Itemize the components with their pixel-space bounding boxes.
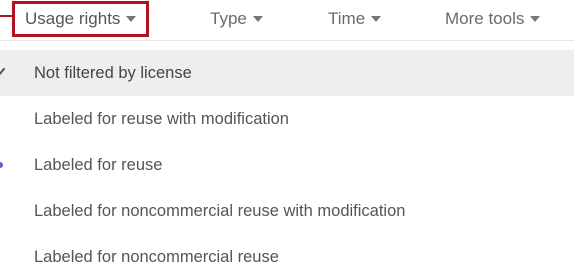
menu-item-not-filtered[interactable]: Not filtered by license (0, 50, 574, 96)
more-tools-label: More tools (445, 9, 525, 28)
menu-item-reuse-with-modification[interactable]: Labeled for reuse with modification (0, 96, 574, 142)
caret-down-icon (530, 16, 541, 22)
caret-down-icon (371, 16, 382, 22)
menu-item-label: Labeled for noncommercial reuse with mod… (34, 201, 406, 220)
more-tools-dropdown[interactable]: More tools (445, 4, 541, 34)
caret-down-icon (252, 16, 263, 22)
usage-rights-dropdown[interactable]: Usage rights (12, 1, 150, 37)
search-tools-page: Usage rights Type Time More tools Not fi… (0, 0, 574, 271)
caret-down-icon (126, 16, 137, 22)
menu-item-label: Labeled for reuse (34, 155, 163, 174)
menu-item-noncommercial-reuse[interactable]: Labeled for noncommercial reuse (0, 234, 574, 271)
marker-dot-icon (0, 162, 3, 168)
checkmark-icon (0, 64, 6, 78)
time-dropdown[interactable]: Time (328, 4, 382, 34)
time-label: Time (328, 9, 366, 28)
menu-item-reuse[interactable]: Labeled for reuse (0, 142, 574, 188)
menu-item-label: Not filtered by license (34, 63, 192, 82)
type-dropdown[interactable]: Type (210, 4, 263, 34)
usage-rights-label: Usage rights (25, 9, 121, 28)
menu-item-noncommercial-reuse-with-modification[interactable]: Labeled for noncommercial reuse with mod… (0, 188, 574, 234)
menu-item-label: Labeled for noncommercial reuse (34, 247, 279, 266)
usage-rights-menu: Not filtered by license Labeled for reus… (0, 50, 574, 271)
menu-item-label: Labeled for reuse with modification (34, 109, 289, 128)
search-tools-bar: Usage rights Type Time More tools (0, 0, 574, 41)
type-label: Type (210, 9, 247, 28)
